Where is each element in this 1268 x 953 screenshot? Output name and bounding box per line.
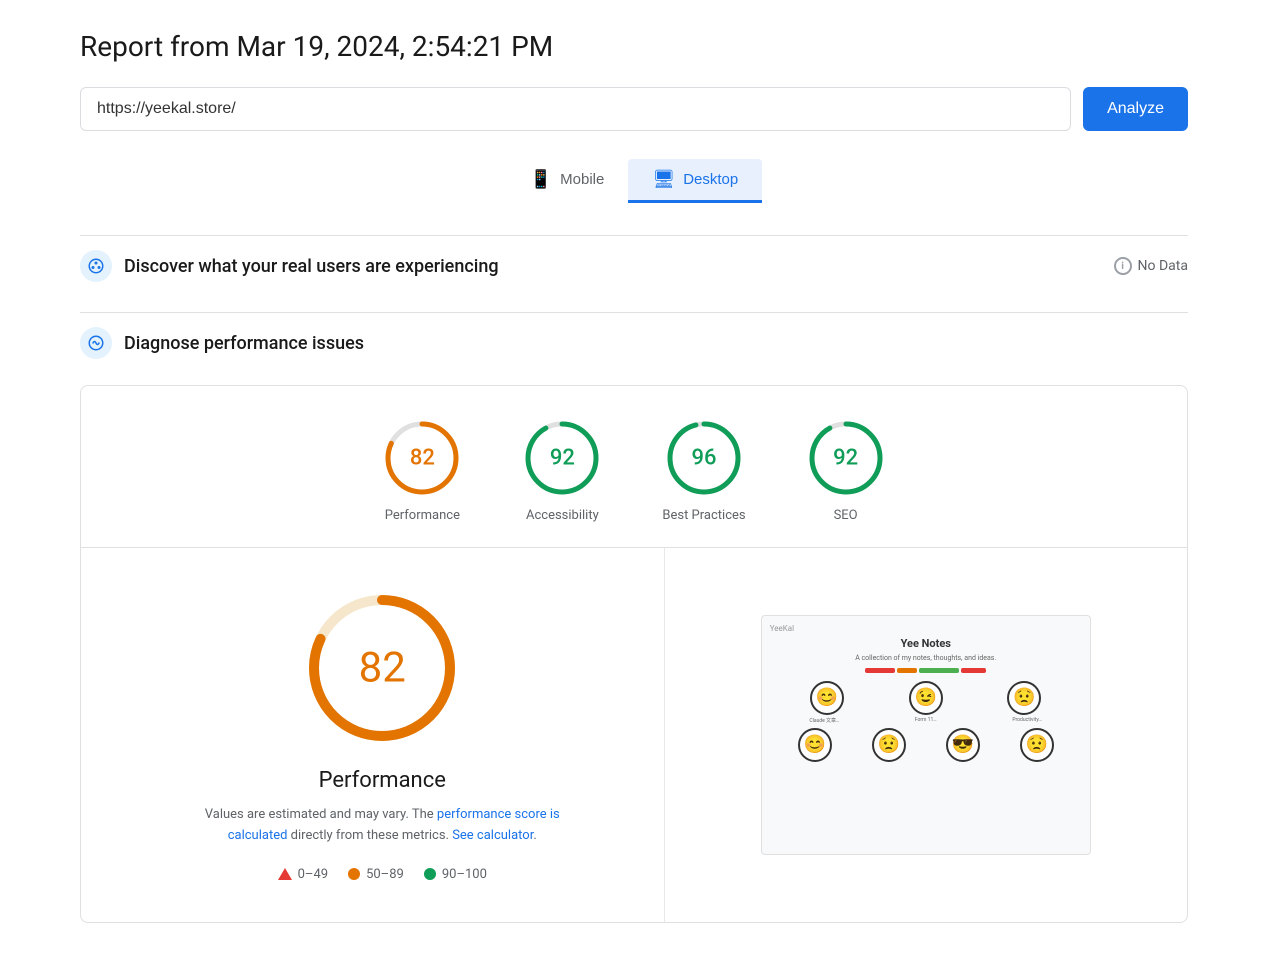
- screenshot-emojis-row2: 😊 😟 😎 😟: [770, 728, 1082, 762]
- diagnose-section-header: Diagnose performance issues: [80, 312, 1188, 373]
- mobile-icon: 📱: [530, 169, 552, 190]
- screenshot-emojis-row1: 😊 😉 😟: [770, 681, 1082, 715]
- score-number-best-practices: 96: [691, 446, 716, 471]
- score-label-accessibility: Accessibility: [526, 508, 599, 523]
- screenshot-box: YeeKal Yee Notes A collection of my note…: [761, 615, 1091, 855]
- big-score-number: 82: [359, 644, 406, 693]
- screenshot-emoji-5: 😟: [872, 728, 906, 762]
- scores-row: 82 Performance 92 Accessibility: [81, 386, 1187, 547]
- big-score-circle: 82: [302, 588, 462, 748]
- screenshot-topbar: YeeKal: [770, 624, 1082, 633]
- screenshot-label-row1: Claude 文章… Form 11… Productivity…: [770, 717, 1082, 724]
- score-number-performance: 82: [410, 446, 435, 471]
- report-title: Report from Mar 19, 2024, 2:54:21 PM: [80, 30, 1188, 63]
- score-circle-performance: 82: [382, 418, 462, 498]
- score-number-seo: 92: [833, 446, 858, 471]
- tabs-row: 📱 Mobile 🖥 Desktop: [80, 159, 1188, 203]
- screenshot-bar-red2: [961, 668, 986, 673]
- legend-orange: 50–89: [348, 867, 404, 882]
- score-circle-best-practices: 96: [664, 418, 744, 498]
- legend-red: 0–49: [278, 867, 328, 882]
- diagnose-icon: [80, 327, 112, 359]
- url-input[interactable]: [80, 87, 1071, 131]
- tab-desktop[interactable]: 🖥 Desktop: [628, 159, 762, 203]
- discover-section-title: Discover what your real users are experi…: [124, 256, 1102, 277]
- discover-icon: [80, 250, 112, 282]
- detail-left: 82 Performance Values are estimated and …: [81, 548, 665, 922]
- no-data-badge: i No Data: [1114, 257, 1188, 275]
- no-data-label: No Data: [1138, 258, 1188, 274]
- score-item-best-practices[interactable]: 96 Best Practices: [662, 418, 745, 523]
- legend-orange-dot-icon: [348, 868, 360, 880]
- screenshot-label-3: Productivity…: [1010, 717, 1044, 724]
- no-data-icon: i: [1114, 257, 1132, 275]
- screenshot-bar-row: [770, 668, 1082, 673]
- screenshot-emoji-2: 😉: [909, 681, 943, 715]
- discover-section-header: Discover what your real users are experi…: [80, 235, 1188, 296]
- legend-triangle-icon: [278, 868, 292, 880]
- legend-red-range: 0–49: [298, 867, 328, 882]
- detail-section: 82 Performance Values are estimated and …: [81, 548, 1187, 922]
- screenshot-bar-orange: [897, 668, 917, 673]
- score-item-accessibility[interactable]: 92 Accessibility: [522, 418, 602, 523]
- screenshot-bar-red: [865, 668, 895, 673]
- tab-desktop-label: Desktop: [683, 171, 738, 188]
- desktop-icon: 🖥: [652, 169, 675, 190]
- scores-card: 82 Performance 92 Accessibility: [80, 385, 1188, 923]
- score-item-performance[interactable]: 82 Performance: [382, 418, 462, 523]
- screenshot-emoji-3: 😟: [1007, 681, 1041, 715]
- tab-mobile[interactable]: 📱 Mobile: [506, 159, 629, 203]
- screenshot-inner: YeeKal Yee Notes A collection of my note…: [762, 616, 1090, 854]
- screenshot-emoji-1: 😊: [810, 681, 844, 715]
- screenshot-emoji-7: 😟: [1020, 728, 1054, 762]
- score-item-seo[interactable]: 92 SEO: [806, 418, 886, 523]
- score-circle-accessibility: 92: [522, 418, 602, 498]
- screenshot-label-1: Claude 文章…: [807, 717, 841, 724]
- legend-row: 0–49 50–89 90–100: [278, 867, 487, 882]
- analyze-button[interactable]: Analyze: [1083, 87, 1188, 131]
- score-label-best-practices: Best Practices: [662, 508, 745, 523]
- screenshot-bar-green: [919, 668, 959, 673]
- legend-green: 90–100: [424, 867, 487, 882]
- score-label-performance: Performance: [385, 508, 460, 523]
- calculator-link[interactable]: See calculator: [452, 828, 533, 843]
- detail-right: YeeKal Yee Notes A collection of my note…: [665, 548, 1188, 922]
- screenshot-emoji-4: 😊: [798, 728, 832, 762]
- score-circle-seo: 92: [806, 418, 886, 498]
- score-number-accessibility: 92: [550, 446, 575, 471]
- screenshot-title: Yee Notes: [770, 637, 1082, 650]
- detail-perf-title: Performance: [319, 768, 446, 793]
- url-bar-row: Analyze: [80, 87, 1188, 131]
- screenshot-label-2: Form 11…: [909, 717, 943, 724]
- screenshot-subtitle: A collection of my notes, thoughts, and …: [770, 654, 1082, 662]
- legend-orange-range: 50–89: [366, 867, 404, 882]
- legend-green-dot-icon: [424, 868, 436, 880]
- detail-desc: Values are estimated and may vary. The p…: [202, 805, 562, 847]
- score-label-seo: SEO: [834, 508, 858, 523]
- screenshot-emoji-6: 😎: [946, 728, 980, 762]
- tab-mobile-label: Mobile: [560, 171, 604, 188]
- diagnose-section-title: Diagnose performance issues: [124, 333, 1188, 354]
- legend-green-range: 90–100: [442, 867, 487, 882]
